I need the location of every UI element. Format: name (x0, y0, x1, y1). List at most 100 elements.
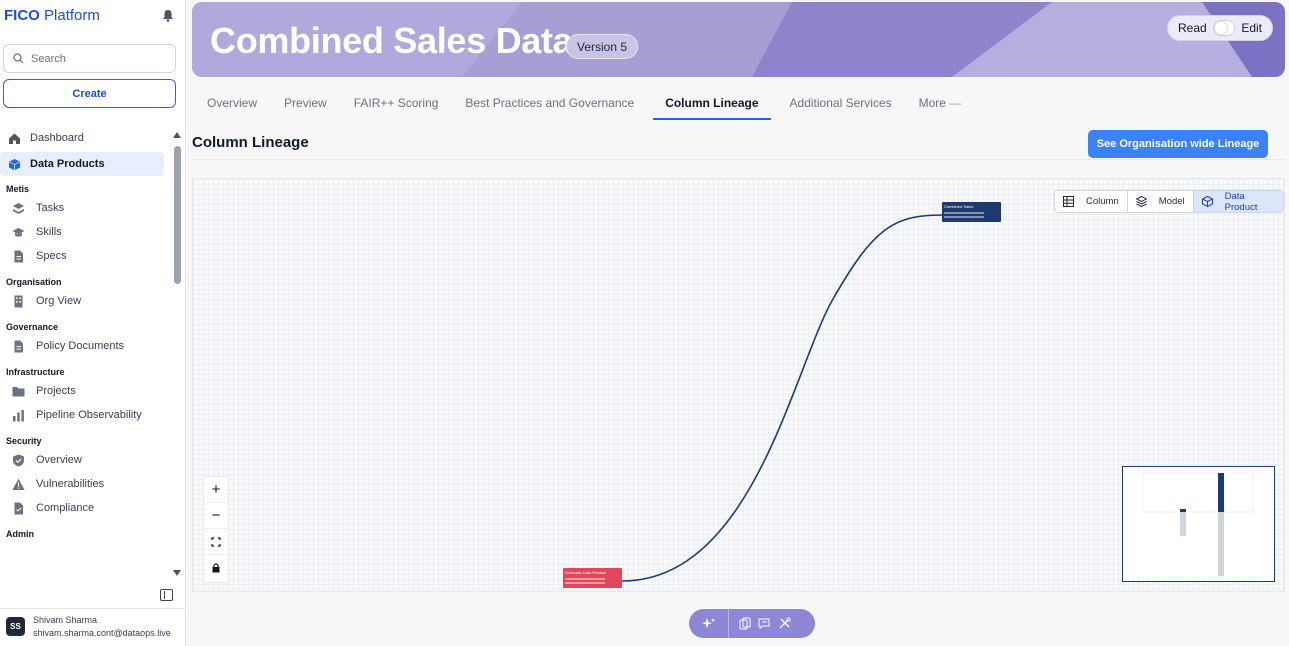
page-title: Combined Sales Data (210, 20, 573, 61)
tab-additional-services[interactable]: Additional Services (782, 88, 900, 120)
sidebar-item-data-products[interactable]: Data Products (0, 152, 164, 176)
sidebar-item-label: Vulnerabilities (36, 478, 105, 490)
zoom-controls: + − (203, 476, 229, 583)
node-row (565, 582, 605, 584)
bell-icon[interactable] (162, 9, 174, 22)
scrollbar-thumb[interactable] (174, 146, 181, 284)
sidebar-item-projects[interactable]: Projects (0, 379, 164, 403)
node-row (944, 212, 984, 214)
tab-label: Best Practices and Governance (465, 96, 635, 110)
nav-section-heading: Security (6, 436, 42, 446)
target-node[interactable]: Combined Sales (942, 202, 1001, 222)
lock-button[interactable] (204, 555, 228, 581)
brand-logo[interactable]: FICO Platform (4, 7, 100, 24)
sidebar-item-label: Policy Documents (36, 340, 125, 352)
create-button[interactable]: Create (3, 79, 176, 108)
minimap[interactable] (1122, 466, 1275, 582)
main-content: Combined Sales Data Version 5 Read Edit … (187, 0, 1289, 646)
table-icon (1063, 196, 1080, 207)
document-icon (12, 250, 25, 263)
avatar: SS (6, 617, 25, 636)
search-input[interactable] (31, 52, 161, 65)
copy-icon[interactable] (739, 617, 752, 630)
graduation-cap-icon (12, 226, 25, 239)
section-title: Column Lineage (192, 134, 309, 151)
mode-switch[interactable] (1212, 20, 1236, 36)
org-lineage-button[interactable]: See Organisation wide Lineage (1088, 130, 1268, 158)
sidebar-item-compliance[interactable]: Compliance (0, 496, 164, 520)
search-icon (13, 53, 24, 64)
tab-label: Additional Services (789, 96, 892, 110)
tab-best-practices-and-governance[interactable]: Best Practices and Governance (457, 88, 642, 120)
sidebar-item-label: Org View (36, 295, 82, 307)
sidebar-nav: Dashboard Data Products Metis Tasks Skills Sp… (0, 126, 172, 584)
scroll-down-arrow-icon[interactable] (173, 570, 181, 576)
tab-column-lineage[interactable]: Column Lineage (653, 88, 771, 120)
zoom-in-button[interactable]: + (204, 477, 228, 503)
sidebar-item-label: Data Products (30, 158, 105, 170)
sidebar-item-label: Specs (36, 250, 67, 262)
scroll-up-arrow-icon[interactable] (173, 132, 181, 138)
folder-icon (12, 385, 25, 398)
tab-label: Preview (284, 96, 327, 110)
sidebar-item-label: Skills (36, 226, 62, 238)
tab-preview[interactable]: Preview (276, 88, 335, 120)
ai-sparkle-button[interactable] (689, 609, 729, 638)
read-label: Read (1178, 21, 1207, 35)
user-email: shivam.sharma.cont@dataops.live (33, 628, 171, 638)
view-mode-switch: Column Model Data Product (1054, 190, 1284, 213)
sidebar-item-org-view[interactable]: Org View (0, 289, 164, 313)
source-node-title: Unknown Data Product (565, 570, 607, 575)
sidebar-item-policy-documents[interactable]: Policy Documents (0, 334, 164, 358)
lineage-canvas[interactable]: Column Model Data Product Combined Sales U… (192, 178, 1285, 592)
source-node[interactable]: Unknown Data Product (563, 568, 622, 588)
view-column-button[interactable]: Column (1055, 191, 1128, 212)
minimap-view (1142, 472, 1254, 576)
view-data-product-button[interactable]: Data Product (1193, 190, 1283, 213)
search-box[interactable] (3, 44, 176, 73)
sidebar-item-overview[interactable]: Overview (0, 448, 164, 472)
brand-rest: Platform (39, 7, 100, 24)
sparkle-icon (701, 617, 715, 628)
tab-overview[interactable]: Overview (199, 88, 265, 120)
sidebar-item-specs[interactable]: Specs (0, 244, 164, 268)
nav-section-heading: Metis (6, 184, 30, 194)
tools-icon[interactable] (778, 617, 791, 630)
sidebar-item-skills[interactable]: Skills (0, 220, 164, 244)
sidebar-item-label: Dashboard (30, 132, 84, 144)
brand-bold: FICO (4, 7, 40, 24)
user-profile[interactable]: SS Shivam Sharma shivam.sharma.cont@data… (0, 608, 186, 646)
stack-icon (1135, 196, 1153, 207)
fit-view-button[interactable] (204, 529, 228, 555)
sidebar-item-pipeline-observability[interactable]: Pipeline Observability (0, 403, 164, 427)
view-model-button[interactable]: Model (1128, 191, 1194, 212)
chat-icon[interactable] (758, 617, 772, 630)
collapse-sidebar-icon[interactable] (160, 589, 173, 601)
view-option-label: Data Product (1224, 190, 1258, 213)
sidebar-item-label: Tasks (36, 202, 65, 214)
lock-icon (212, 563, 220, 573)
nav-section-heading: Infrastructure (6, 367, 65, 377)
sidebar-item-tasks[interactable]: Tasks (0, 196, 164, 220)
warning-icon (12, 478, 25, 491)
sidebar-item-label: Projects (36, 385, 76, 397)
sidebar-item-dashboard[interactable]: Dashboard (0, 126, 164, 150)
assistant-actions (729, 617, 797, 630)
view-option-label: Column (1086, 196, 1119, 207)
read-edit-toggle[interactable]: Read Edit (1167, 15, 1273, 41)
fit-view-icon (211, 536, 221, 547)
tab-more[interactable]: More — (911, 88, 970, 120)
tab-bar: Overview Preview FAIR++ Scoring Best Practi… (199, 88, 980, 120)
nav-section-heading: Governance (6, 322, 59, 332)
sidebar-item-vulnerabilities[interactable]: Vulnerabilities (0, 472, 164, 496)
zoom-out-button[interactable]: − (204, 503, 228, 529)
cube-icon (1201, 196, 1219, 207)
sidebar: FICO Platform Create Dashboard Data Produ… (0, 0, 186, 646)
tab-label: Column Lineage (665, 96, 759, 110)
view-option-label: Model (1158, 196, 1185, 207)
tab-fair-scoring[interactable]: FAIR++ Scoring (346, 88, 447, 120)
version-badge: Version 5 (566, 34, 639, 59)
target-node-title: Combined Sales (944, 204, 974, 209)
divider (192, 159, 1285, 160)
user-name: Shivam Sharma (33, 615, 98, 625)
